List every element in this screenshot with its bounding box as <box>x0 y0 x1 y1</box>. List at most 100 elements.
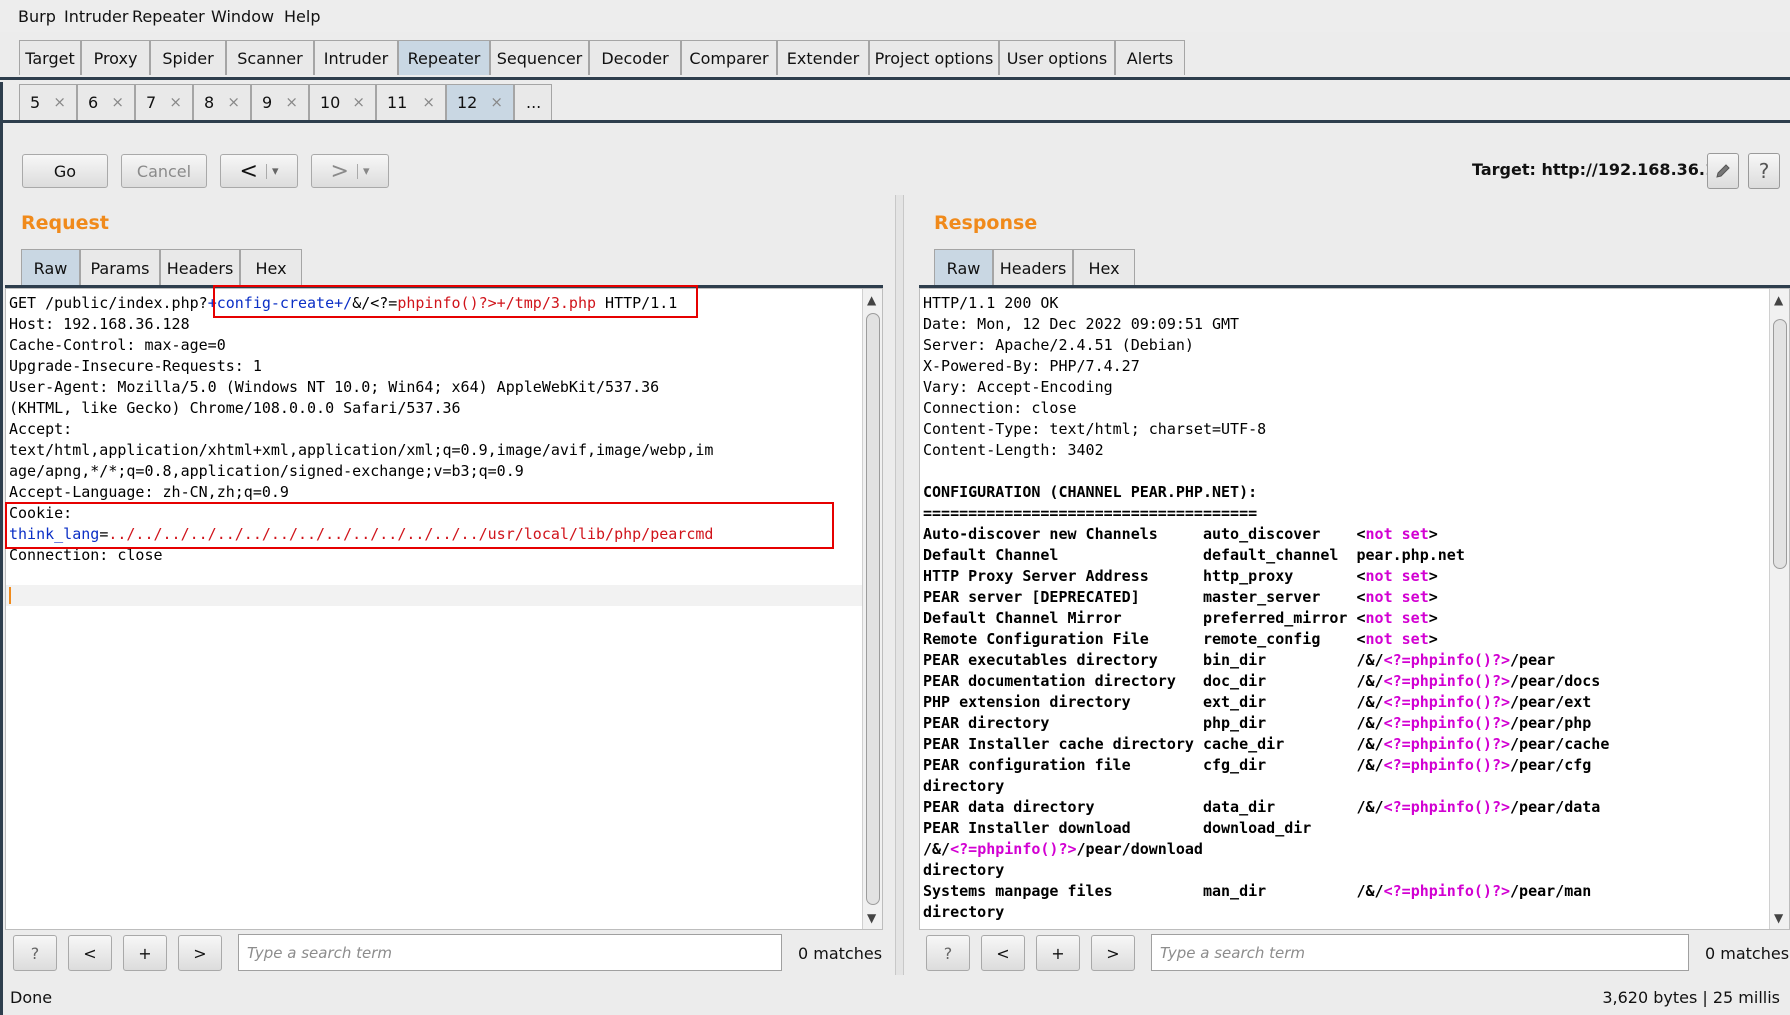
request-tab-params[interactable]: Params <box>80 249 160 286</box>
tab-extender[interactable]: Extender <box>777 40 869 75</box>
repeater-tab-8[interactable]: 8 × <box>193 84 251 120</box>
close-icon[interactable]: × <box>169 93 182 111</box>
request-header-line: Host: 192.168.36.128 <box>9 315 190 333</box>
menu-repeater[interactable]: Repeater <box>132 7 205 26</box>
config-name: directory <box>923 777 1005 795</box>
config-row: PEAR data directory data_dir /&/<?=phpin… <box>923 798 1600 816</box>
tab-target[interactable]: Target <box>19 40 81 75</box>
close-icon[interactable]: × <box>285 93 298 111</box>
forward-dropdown-icon[interactable]: ▾ <box>356 163 369 179</box>
menu-burp[interactable]: Burp <box>18 7 56 26</box>
config-row: directory <box>923 777 1004 795</box>
php-open-tag: <?= <box>1383 798 1411 816</box>
request-search-add-button[interactable]: + <box>123 935 167 971</box>
tab-sequencer[interactable]: Sequencer <box>490 40 589 75</box>
response-title: Response <box>934 212 1038 234</box>
repeater-tab-5[interactable]: 5 × <box>19 84 77 120</box>
request-search-next-button[interactable]: > <box>178 935 222 971</box>
response-search-next-button[interactable]: > <box>1091 935 1135 971</box>
repeater-tab-11[interactable]: 11 × <box>376 84 446 120</box>
tab-scanner[interactable]: Scanner <box>226 40 314 75</box>
request-tab-raw[interactable]: Raw <box>21 249 80 286</box>
config-key: http_proxy <box>1202 567 1294 585</box>
response-text[interactable]: HTTP/1.1 200 OK Date: Mon, 12 Dec 2022 0… <box>923 293 1609 923</box>
repeater-tab-9[interactable]: 9 × <box>251 84 309 120</box>
repeater-tab-6[interactable]: 6 × <box>77 84 135 120</box>
sub-tab-divider <box>0 120 1790 123</box>
tab-user-options[interactable]: User options <box>999 40 1115 75</box>
config-key: php_dir <box>1202 714 1267 732</box>
php-close-tag: ?> <box>1491 672 1511 690</box>
tab-proxy[interactable]: Proxy <box>81 40 150 75</box>
request-tab-hex[interactable]: Hex <box>240 249 302 286</box>
forward-button[interactable]: > ▾ <box>311 154 389 188</box>
response-tab-headers[interactable]: Headers <box>993 249 1073 286</box>
config-value-prefix: /&/ <box>1356 714 1384 732</box>
close-icon[interactable]: × <box>422 93 435 111</box>
scroll-up-icon[interactable]: ▲ <box>1774 293 1783 307</box>
back-button[interactable]: < ▾ <box>220 154 298 188</box>
config-value: /pear/download <box>1076 840 1203 858</box>
response-stats: 3,620 bytes | 25 millis <box>1602 988 1780 1007</box>
edit-target-button[interactable] <box>1707 153 1739 189</box>
repeater-tab-7[interactable]: 7 × <box>135 84 193 120</box>
config-name: PHP extension directory <box>923 693 1131 711</box>
close-icon[interactable]: × <box>227 93 240 111</box>
scroll-down-icon[interactable]: ▼ <box>1774 911 1783 925</box>
back-arrow-icon: < <box>239 158 258 184</box>
close-icon[interactable]: × <box>352 93 365 111</box>
tab-intruder[interactable]: Intruder <box>314 40 398 75</box>
request-search-help-button[interactable]: ? <box>13 935 57 971</box>
response-editor[interactable]: HTTP/1.1 200 OK Date: Mon, 12 Dec 2022 0… <box>919 288 1790 930</box>
request-scroll-thumb[interactable] <box>866 313 880 905</box>
request-tab-headers[interactable]: Headers <box>160 249 240 286</box>
tab-spider[interactable]: Spider <box>150 40 226 75</box>
cancel-button[interactable]: Cancel <box>121 154 207 188</box>
main-tab-divider <box>0 77 1790 80</box>
config-key: ext_dir <box>1202 693 1267 711</box>
response-header-line: Content-Type: text/html; charset=UTF-8 <box>923 420 1267 438</box>
menu-help[interactable]: Help <box>284 7 320 26</box>
config-value-prefix: /&/ <box>923 840 951 858</box>
tab-comparer[interactable]: Comparer <box>681 40 777 75</box>
config-row: Default Channel Mirror preferred_mirror … <box>923 609 1438 627</box>
request-scrollbar[interactable]: ▲ ▼ <box>862 289 882 929</box>
tab-decoder[interactable]: Decoder <box>589 40 681 75</box>
repeater-tab-10[interactable]: 10 × <box>309 84 376 120</box>
request-search-matches: 0 matches <box>798 944 883 963</box>
not-set-bracket: > <box>1428 567 1438 585</box>
request-search-prev-button[interactable]: < <box>68 935 112 971</box>
not-set-value: set <box>1401 588 1429 606</box>
help-button[interactable]: ? <box>1748 153 1780 189</box>
response-scroll-thumb[interactable] <box>1773 319 1787 569</box>
response-search-prev-button[interactable]: < <box>981 935 1025 971</box>
response-search-input[interactable]: Type a search term <box>1151 934 1689 971</box>
back-dropdown-icon[interactable]: ▾ <box>265 163 278 179</box>
scroll-down-icon[interactable]: ▼ <box>867 911 876 925</box>
close-icon[interactable]: × <box>490 93 503 111</box>
response-search-add-button[interactable]: + <box>1036 935 1080 971</box>
php-open-tag: <?= <box>950 840 978 858</box>
request-search-input[interactable]: Type a search term <box>238 934 782 971</box>
menu-window[interactable]: Window <box>211 7 274 26</box>
menu-intruder[interactable]: Intruder <box>64 7 128 26</box>
response-scrollbar[interactable]: ▲ ▼ <box>1769 289 1789 929</box>
response-search-help-button[interactable]: ? <box>926 935 970 971</box>
not-set-bracket: < <box>1356 525 1366 543</box>
go-button[interactable]: Go <box>22 154 108 188</box>
request-line-php: p? <box>189 294 208 312</box>
close-icon[interactable]: × <box>53 93 66 111</box>
tab-alerts[interactable]: Alerts <box>1115 40 1185 75</box>
config-row: HTTP Proxy Server Address http_proxy <no… <box>923 567 1438 585</box>
request-editor[interactable]: GET /public/index.php?+config-create+/&/… <box>5 288 883 930</box>
scroll-up-icon[interactable]: ▲ <box>867 293 876 307</box>
tab-repeater[interactable]: Repeater <box>398 40 490 75</box>
repeater-tab-more[interactable]: ... <box>514 84 552 120</box>
close-icon[interactable]: × <box>111 93 124 111</box>
response-tab-raw[interactable]: Raw <box>934 249 993 286</box>
response-tab-hex[interactable]: Hex <box>1073 249 1135 286</box>
split-pane-divider[interactable] <box>895 195 904 975</box>
repeater-tab-12[interactable]: 12 × <box>446 84 514 120</box>
tab-project-options[interactable]: Project options <box>869 40 999 75</box>
config-row: PHP extension directory ext_dir /&/<?=ph… <box>923 693 1591 711</box>
